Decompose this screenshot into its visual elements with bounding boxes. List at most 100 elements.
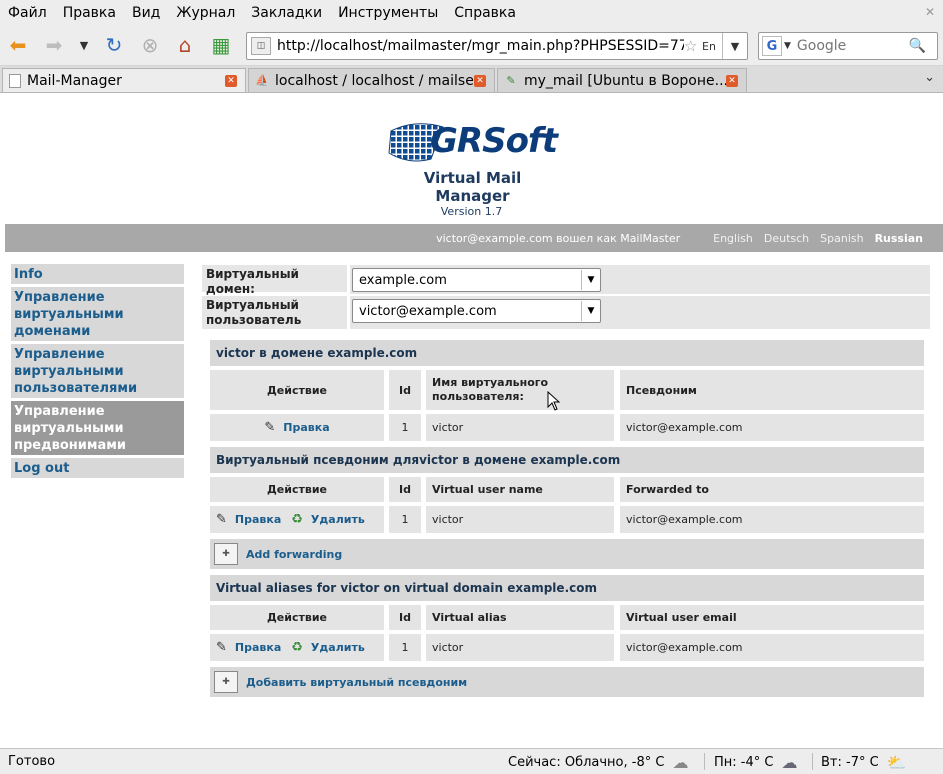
user-select-value: victor@example.com bbox=[359, 303, 497, 319]
weather-monday-text: Пн: -4° C bbox=[714, 755, 774, 770]
page-content: GRSoft Virtual Mail Manager Version 1.7 … bbox=[0, 93, 943, 748]
version-label: Version 1.7 bbox=[440, 205, 503, 218]
language-badge[interactable]: En bbox=[702, 40, 722, 53]
table1-header-alias: Псевдоним bbox=[620, 370, 924, 410]
menu-bookmarks[interactable]: Закладки bbox=[243, 5, 330, 21]
stop-icon: ⊗ bbox=[141, 33, 159, 57]
user-select[interactable]: victor@example.com ▼ bbox=[352, 299, 601, 323]
tab-title: Mail-Manager bbox=[27, 72, 122, 89]
recycle-icon: ♻ bbox=[291, 640, 303, 655]
menu-bar: Файл Правка Вид Журнал Закладки Инструме… bbox=[0, 0, 943, 25]
sidebar-item-aliases[interactable]: Управление виртуальными предвонимами bbox=[11, 401, 184, 455]
site-identity-icon[interactable]: ◫ bbox=[251, 37, 271, 55]
menu-edit[interactable]: Правка bbox=[55, 5, 124, 21]
sidebar-item-domains[interactable]: Управление виртуальными доменами bbox=[11, 287, 184, 341]
status-text: Готово bbox=[8, 754, 56, 769]
menu-view[interactable]: Вид bbox=[124, 5, 168, 21]
table3-header-id: Id bbox=[389, 605, 421, 630]
reload-button[interactable]: ↻ bbox=[102, 33, 126, 57]
table3-header-email: Virtual user email bbox=[620, 605, 924, 630]
url-dropdown-button[interactable]: ▼ bbox=[722, 33, 747, 59]
user-bar: victor@example.com вошел как MailMaster … bbox=[5, 224, 943, 252]
delete-link[interactable]: ♻ Удалить bbox=[291, 512, 365, 527]
weather-tuesday[interactable]: Вт: -7° C ⛅ bbox=[821, 753, 907, 772]
home-button[interactable]: ⌂ bbox=[173, 33, 197, 57]
weather-now[interactable]: Сейчас: Облачно, -8° C ☁ bbox=[508, 753, 688, 772]
add-forwarding-button[interactable]: ✚ Add forwarding bbox=[210, 539, 924, 569]
pencil-icon: ✎ bbox=[216, 512, 227, 527]
search-engine-icon[interactable]: G bbox=[762, 36, 782, 56]
language-spanish[interactable]: Spanish bbox=[820, 232, 863, 245]
delete-label: Удалить bbox=[310, 513, 365, 526]
language-russian[interactable]: Russian bbox=[875, 232, 923, 245]
sidebar-item-logout[interactable]: Log out bbox=[11, 458, 184, 478]
chevron-down-icon: ▼ bbox=[79, 38, 89, 52]
delete-link[interactable]: ♻ Удалить bbox=[291, 640, 365, 655]
sidebar-item-users[interactable]: Управление виртуальными пользователями bbox=[11, 344, 184, 398]
search-bar[interactable]: G ▼ 🔍 bbox=[758, 32, 938, 60]
table1-name: victor bbox=[426, 414, 614, 441]
stop-button[interactable]: ⊗ bbox=[138, 33, 162, 57]
menu-tools[interactable]: Инструменты bbox=[330, 5, 446, 21]
edit-link[interactable]: ✎ Правка bbox=[216, 640, 281, 655]
address-bar[interactable]: ◫ http://localhost/mailmaster/mgr_main.p… bbox=[246, 32, 748, 60]
table1-header-id: Id bbox=[389, 370, 421, 410]
table3-alias: victor bbox=[426, 634, 614, 661]
tab-title: my_mail [Ubuntu в Вороне... bbox=[524, 72, 726, 89]
tab-phpmyadmin[interactable]: ⛵ localhost / localhost / mailser... ✕ bbox=[248, 68, 495, 92]
table3-title: Virtual aliases for victor on virtual do… bbox=[210, 575, 924, 601]
table2-id: 1 bbox=[389, 506, 421, 533]
tab-list-chevron-icon[interactable]: ⌄ bbox=[924, 70, 935, 85]
language-deutsch[interactable]: Deutsch bbox=[764, 232, 809, 245]
tab-my-mail[interactable]: ✎ my_mail [Ubuntu в Вороне... ✕ bbox=[497, 68, 747, 92]
back-button[interactable]: ⬅ bbox=[6, 33, 30, 57]
menu-help[interactable]: Справка bbox=[446, 5, 524, 21]
add-window-icon: ✚ bbox=[214, 543, 238, 565]
tab-close-icon[interactable]: ✕ bbox=[225, 74, 237, 87]
status-bar: Готово Сейчас: Облачно, -8° C ☁ Пн: -4° … bbox=[0, 748, 943, 774]
speed-dial-button[interactable]: ▦ bbox=[209, 33, 233, 57]
domain-select-row: example.com ▼ bbox=[350, 265, 930, 294]
table3-email: victor@example.com bbox=[620, 634, 924, 661]
window-close-icon[interactable]: ✕ bbox=[925, 5, 935, 19]
sidebar-item-info[interactable]: Info bbox=[11, 264, 184, 284]
chevron-down-icon[interactable]: ▼ bbox=[784, 41, 791, 51]
domain-select[interactable]: example.com ▼ bbox=[352, 268, 601, 292]
add-alias-label: Добавить виртуальный псевдоним bbox=[246, 675, 468, 689]
add-alias-button[interactable]: ✚ Добавить виртуальный псевдоним bbox=[210, 667, 924, 697]
search-input[interactable] bbox=[794, 37, 909, 55]
tab-close-icon[interactable]: ✕ bbox=[726, 74, 738, 87]
bookmark-star-icon[interactable]: ☆ bbox=[684, 37, 702, 55]
url-text[interactable]: http://localhost/mailmaster/mgr_main.php… bbox=[277, 38, 684, 54]
menu-file[interactable]: Файл bbox=[0, 5, 55, 21]
reload-icon: ↻ bbox=[105, 33, 123, 57]
delete-label: Удалить bbox=[310, 641, 365, 654]
table2-header-name: Virtual user name bbox=[426, 477, 614, 502]
table1-header-name: Имя виртуального пользователя: bbox=[426, 370, 614, 410]
search-icon[interactable]: 🔍 bbox=[909, 38, 927, 54]
forward-button[interactable]: ➡ bbox=[42, 33, 66, 57]
domain-select-value: example.com bbox=[359, 272, 447, 288]
history-dropdown-button[interactable]: ▼ bbox=[72, 33, 96, 57]
table3-header-alias: Virtual alias bbox=[426, 605, 614, 630]
domain-label: Виртуальный домен: bbox=[202, 265, 347, 296]
tab-title: localhost / localhost / mailser... bbox=[275, 72, 474, 89]
back-arrow-icon: ⬅ bbox=[9, 33, 27, 57]
table3-id: 1 bbox=[389, 634, 421, 661]
table1-id: 1 bbox=[389, 414, 421, 441]
chevron-down-icon: ▼ bbox=[581, 301, 600, 321]
table1-title: victor в домене example.com bbox=[210, 340, 924, 366]
tab-mail-manager[interactable]: Mail-Manager ✕ bbox=[2, 68, 246, 92]
edit-link[interactable]: ✎ Правка bbox=[216, 512, 281, 527]
menu-history[interactable]: Журнал bbox=[168, 5, 243, 21]
language-english[interactable]: English bbox=[713, 232, 753, 245]
tab-close-icon[interactable]: ✕ bbox=[474, 74, 486, 87]
weather-monday[interactable]: Пн: -4° C ☁ bbox=[714, 753, 797, 772]
user-select-row: victor@example.com ▼ bbox=[350, 296, 930, 329]
edit-label: Правка bbox=[234, 641, 282, 654]
status-separator bbox=[812, 753, 813, 770]
edit-link[interactable]: ✎ Правка bbox=[264, 420, 329, 435]
table-row: ✎ Правка bbox=[210, 414, 384, 441]
cloud-icon: ☁ bbox=[672, 753, 689, 772]
table1-alias: victor@example.com bbox=[620, 414, 924, 441]
